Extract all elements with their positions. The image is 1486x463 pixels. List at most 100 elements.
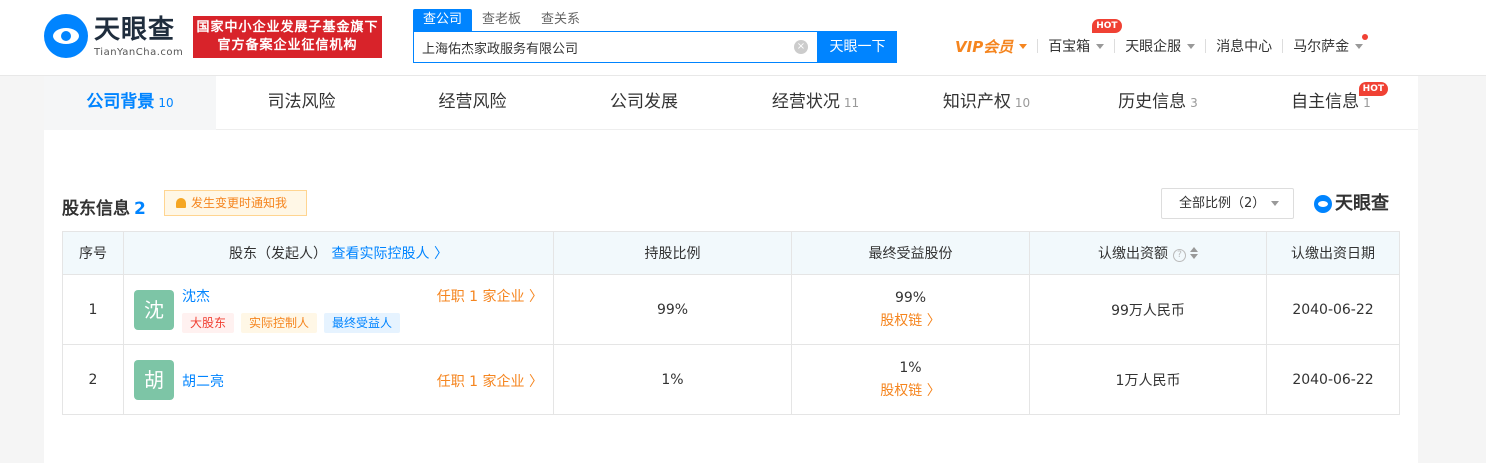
tab-history[interactable]: 历史信息 3 xyxy=(1072,76,1244,130)
sort-icon[interactable] xyxy=(1190,247,1198,259)
holder-cell: 沈 沈杰 大股东 实际控制人 最终受益人 任职 1 家企业 〉 xyxy=(123,274,554,345)
ratio-cell: 99% xyxy=(553,274,792,345)
search-tab-company[interactable]: 查公司 xyxy=(413,9,473,31)
shareholder-table: 序号 股东（发起人） 查看实际控股人 〉 持股比例 最终受益股份 认缴出资额? … xyxy=(62,231,1400,415)
holder-cell: 胡 胡二亮 任职 1 家企业 〉 xyxy=(123,344,554,415)
avatar[interactable]: 沈 xyxy=(134,290,174,330)
search-tab-boss[interactable]: 查老板 xyxy=(472,9,531,31)
controller-link-label: 查看实际控股人 xyxy=(331,246,430,262)
toolbox-menu[interactable]: 百宝箱 HOT xyxy=(1038,19,1122,58)
tab-label: 司法风险 xyxy=(267,92,336,112)
tab-company-background[interactable]: 公司背景 10 xyxy=(44,76,216,130)
enterprise-service-menu[interactable]: 天眼企服 xyxy=(1115,34,1205,58)
tab-count: 1 xyxy=(1363,96,1371,110)
tab-label: 公司背景 xyxy=(86,92,155,112)
amount-cell: 99万人民币 xyxy=(1029,274,1267,345)
final-benefit-value: 1% xyxy=(899,359,922,376)
final-benefit-cell: 1% 股权链 〉 xyxy=(791,344,1030,415)
col-header-ratio: 持股比例 xyxy=(553,231,792,275)
vip-label: VIP会员 xyxy=(955,37,1014,56)
hot-badge: HOT xyxy=(1358,82,1388,96)
tab-label: 经营风险 xyxy=(438,92,507,112)
section-count: 2 xyxy=(134,199,146,219)
ratio-cell: 1% xyxy=(553,344,792,415)
company-detail-panel: 公司背景 10 司法风险 经营风险 公司发展 经营状况 11 知识产权 10 历史信息… xyxy=(44,76,1418,463)
tab-count: 3 xyxy=(1190,96,1198,110)
chevron-right-icon: 〉 xyxy=(529,374,543,390)
search-tab-relation[interactable]: 查关系 xyxy=(531,9,590,31)
date-cell: 2040-06-22 xyxy=(1266,274,1400,345)
chevron-down-icon xyxy=(1271,201,1279,206)
amount-header-label: 认缴出资额 xyxy=(1098,246,1168,262)
table-row: 2 胡 胡二亮 任职 1 家企业 〉 1% 1% 股权链 〉 1万人民币 204… xyxy=(62,344,1400,415)
table-row: 1 沈 沈杰 大股东 实际控制人 最终受益人 任职 1 家企业 〉 99% 99… xyxy=(62,274,1400,345)
positions-label: 任职 1 家企业 xyxy=(436,374,525,390)
holder-tags: 大股东 实际控制人 最终受益人 xyxy=(182,313,401,333)
tab-label: 知识产权 xyxy=(942,92,1011,112)
holder-positions-link[interactable]: 任职 1 家企业 〉 xyxy=(437,286,543,306)
vip-menu[interactable]: VIP会员 xyxy=(953,34,1037,58)
tab-operating-status[interactable]: 经营状况 11 xyxy=(730,76,901,130)
username: 马尔萨金 xyxy=(1293,39,1350,55)
clear-icon[interactable]: × xyxy=(794,40,808,54)
site-logo[interactable]: 天眼查 TianYanCha.com xyxy=(44,14,184,60)
holder-positions-link[interactable]: 任职 1 家企业 〉 xyxy=(437,371,543,391)
final-benefit-value: 99% xyxy=(894,289,927,306)
section-title: 股东信息 2 xyxy=(62,194,146,219)
col-header-holder: 股东（发起人） 查看实际控股人 〉 xyxy=(123,231,554,275)
change-notify-button[interactable]: 发生变更时通知我 xyxy=(164,190,307,216)
col-header-date: 认缴出资日期 xyxy=(1266,231,1400,275)
col-header-amount[interactable]: 认缴出资额? xyxy=(1029,231,1267,275)
holder-name-link[interactable]: 沈杰 xyxy=(182,286,210,306)
chain-label: 股权链 xyxy=(880,312,923,329)
positions-label: 任职 1 家企业 xyxy=(436,289,525,305)
tab-label: 历史信息 xyxy=(1118,92,1187,112)
chevron-right-icon: 〉 xyxy=(433,246,448,262)
equity-chain-link[interactable]: 股权链 〉 xyxy=(792,310,1029,330)
tab-operating-risk[interactable]: 经营风险 xyxy=(387,76,558,130)
tab-company-development[interactable]: 公司发展 xyxy=(558,76,730,130)
final-benefit-cell: 99% 股权链 〉 xyxy=(791,274,1030,345)
chevron-down-icon xyxy=(1355,43,1364,49)
chevron-right-icon: 〉 xyxy=(926,312,941,329)
tab-self-info[interactable]: 自主信息 1 HOT xyxy=(1244,76,1418,130)
help-icon[interactable]: ? xyxy=(1173,249,1186,262)
search-box: × xyxy=(413,31,818,63)
search-button[interactable]: 天眼一下 xyxy=(818,31,897,63)
chevron-right-icon: 〉 xyxy=(529,289,543,305)
holder-header-label: 股东（发起人） xyxy=(229,246,328,262)
enterprise-label: 天眼企服 xyxy=(1125,39,1182,55)
col-header-final-benefit: 最终受益股份 xyxy=(791,231,1030,275)
view-actual-controller-link[interactable]: 查看实际控股人 〉 xyxy=(332,246,448,262)
table-header-row: 序号 股东（发起人） 查看实际控股人 〉 持股比例 最终受益股份 认缴出资额? … xyxy=(62,231,1400,275)
search-input[interactable] xyxy=(422,32,792,62)
banner-line-2: 官方备案企业征信机构 xyxy=(217,38,358,53)
col-header-index: 序号 xyxy=(62,231,124,275)
notify-label: 发生变更时通知我 xyxy=(191,196,288,210)
tab-judicial-risk[interactable]: 司法风险 xyxy=(216,76,387,130)
certification-banner[interactable]: 国家中小企业发展子基金旗下 官方备案企业征信机构 xyxy=(193,16,382,58)
eye-logo-icon xyxy=(44,14,88,58)
avatar[interactable]: 胡 xyxy=(134,360,174,400)
section-title-text: 股东信息 xyxy=(62,199,130,219)
tab-count: 10 xyxy=(158,96,174,110)
chevron-down-icon xyxy=(1096,43,1105,49)
bell-icon xyxy=(176,198,186,208)
tab-count: 11 xyxy=(843,96,860,110)
top-header: 天眼查 TianYanCha.com 国家中小企业发展子基金旗下 官方备案企业征… xyxy=(0,0,1486,76)
user-menu[interactable]: 马尔萨金 xyxy=(1283,34,1373,58)
logo-text: 天眼查 xyxy=(94,15,176,45)
toolbox-label: 百宝箱 xyxy=(1048,39,1091,55)
top-nav: VIP会员 百宝箱 HOT 天眼企服 消息中心 马尔萨金 xyxy=(953,19,1373,58)
tag-major-shareholder: 大股东 xyxy=(182,313,235,333)
logo-domain: TianYanCha.com xyxy=(94,47,184,58)
ratio-filter-select[interactable]: 全部比例（2） xyxy=(1161,188,1294,219)
hot-badge: HOT xyxy=(1092,19,1122,33)
search-type-tabs: 查公司 查老板 查关系 xyxy=(413,9,590,31)
holder-name-link[interactable]: 胡二亮 xyxy=(182,371,224,391)
message-center-link[interactable]: 消息中心 xyxy=(1206,34,1282,58)
tab-intellectual-property[interactable]: 知识产权 10 xyxy=(901,76,1072,130)
eye-logo-icon xyxy=(1314,195,1332,213)
equity-chain-link[interactable]: 股权链 〉 xyxy=(792,380,1029,400)
tab-label: 自主信息 xyxy=(1291,92,1360,112)
